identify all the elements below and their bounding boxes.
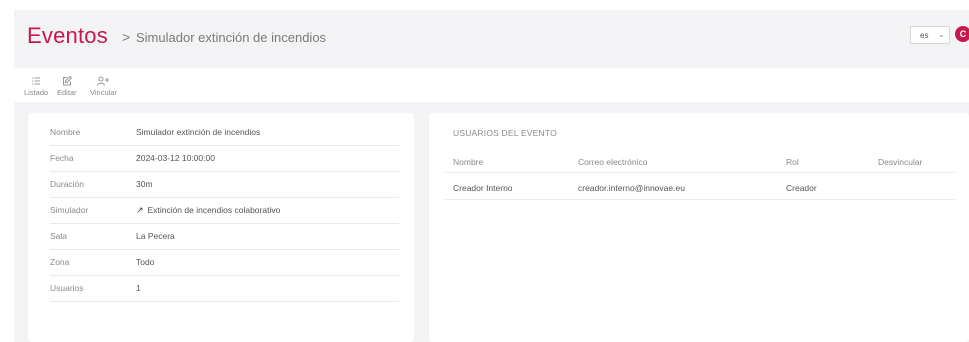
event-users-panel: USUARIOS DEL EVENTO Nombre Correo electr… bbox=[429, 113, 969, 342]
detail-value: Todo bbox=[136, 257, 155, 267]
detail-label: Zona bbox=[50, 257, 70, 267]
detail-row-usuarios: Usuarios 1 bbox=[50, 275, 399, 302]
list-icon bbox=[24, 74, 48, 88]
user-email: creador.interno@innovae.eu bbox=[578, 183, 685, 193]
edit-button[interactable]: Editar bbox=[57, 74, 77, 97]
detail-row-sala: Sala La Pecera bbox=[50, 223, 399, 250]
detail-row-duracion: Duración 30m bbox=[50, 171, 399, 198]
table-divider bbox=[445, 199, 955, 200]
toolbar: Listado Editar Vincular bbox=[14, 68, 969, 102]
detail-value: 2024-03-12 10:00:00 bbox=[136, 153, 215, 163]
page-header: Eventos > Simulador extinción de incendi… bbox=[14, 10, 969, 62]
section-title: USUARIOS DEL EVENTO bbox=[453, 128, 557, 138]
language-value: es bbox=[920, 31, 929, 40]
external-link-arrow-icon: ↗ bbox=[136, 205, 144, 215]
column-header-unlink: Desvincular bbox=[878, 157, 923, 167]
list-button-label: Listado bbox=[24, 88, 49, 97]
detail-label: Fecha bbox=[50, 153, 74, 163]
detail-value: La Pecera bbox=[136, 231, 175, 241]
language-select[interactable]: es ⌄ bbox=[910, 26, 950, 44]
detail-label: Usuarios bbox=[50, 283, 84, 293]
page-title[interactable]: Eventos bbox=[27, 23, 108, 49]
chevron-down-icon: ⌄ bbox=[938, 30, 945, 39]
app-stage: Eventos > Simulador extinción de incendi… bbox=[14, 10, 969, 342]
breadcrumb-current: Simulador extinción de incendios bbox=[136, 30, 327, 45]
column-header-email: Correo electrónico bbox=[578, 157, 648, 167]
link-user-button-label: Vincular bbox=[90, 88, 117, 97]
detail-label: Nombre bbox=[50, 127, 81, 137]
breadcrumb-separator: > bbox=[122, 29, 131, 45]
detail-row-zona: Zona Todo bbox=[50, 249, 399, 276]
detail-row-fecha: Fecha 2024-03-12 10:00:00 bbox=[50, 145, 399, 172]
detail-label: Sala bbox=[50, 231, 68, 241]
edit-button-label: Editar bbox=[57, 88, 77, 97]
detail-value: 30m bbox=[136, 179, 153, 189]
simulator-link[interactable]: ↗ Extinción de incendios colaborativo bbox=[136, 205, 280, 216]
column-header-role: Rol bbox=[786, 157, 799, 167]
list-button[interactable]: Listado bbox=[24, 74, 48, 97]
detail-row-nombre: Nombre Simulador extinción de incendios bbox=[50, 119, 399, 146]
detail-row-simulador: Simulador ↗ Extinción de incendios colabo… bbox=[50, 197, 399, 224]
link-user-button[interactable]: Vincular bbox=[90, 74, 117, 97]
table-divider bbox=[445, 172, 955, 173]
edit-icon bbox=[57, 74, 77, 88]
user-name: Creador Interno bbox=[453, 183, 513, 193]
simulator-link-label: Extinción de incendios colaborativo bbox=[147, 205, 281, 215]
detail-value: 1 bbox=[136, 283, 141, 293]
event-details-panel: Nombre Simulador extinción de incendios … bbox=[28, 113, 414, 342]
avatar[interactable]: C bbox=[955, 26, 969, 42]
detail-label: Simulador bbox=[50, 205, 89, 215]
user-role: Creador bbox=[786, 183, 817, 193]
column-header-name: Nombre bbox=[453, 157, 484, 167]
add-user-icon bbox=[90, 74, 117, 88]
detail-label: Duración bbox=[50, 179, 85, 189]
detail-value: Simulador extinción de incendios bbox=[136, 127, 261, 137]
